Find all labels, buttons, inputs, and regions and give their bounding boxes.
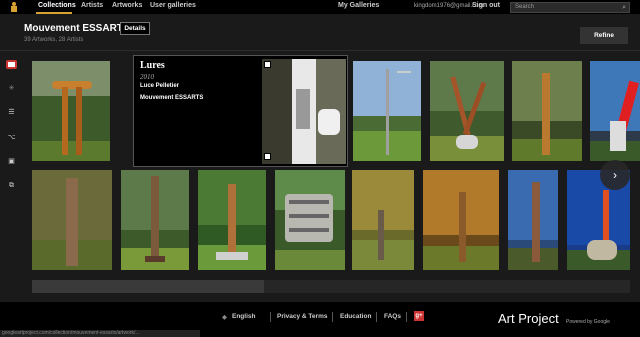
view-details-icon[interactable] — [264, 153, 271, 160]
art-project-logo-icon[interactable] — [10, 2, 18, 12]
compare-icon[interactable]: ⧉ — [6, 181, 17, 190]
artwork-thumbnail[interactable] — [121, 170, 189, 270]
artwork-thumbnail[interactable] — [353, 61, 421, 161]
active-nav-indicator — [36, 12, 72, 14]
artwork-thumbnail[interactable] — [32, 61, 110, 161]
art-project-brand: Art Project — [498, 311, 559, 326]
nav-my-galleries[interactable]: My Galleries — [338, 2, 379, 9]
top-bar: Collections Artists Artworks User galler… — [0, 0, 640, 14]
footer-separator — [270, 312, 271, 322]
info-icon[interactable]: ☰ — [6, 108, 17, 117]
footer-separator — [332, 312, 333, 322]
next-page-arrow-icon[interactable]: › — [600, 160, 630, 190]
details-button[interactable]: Details — [120, 22, 150, 35]
nav-collections[interactable]: Collections — [38, 2, 76, 9]
artwork-collection[interactable]: Mouvement ESSARTS — [140, 95, 203, 101]
faqs-link[interactable]: FAQs — [384, 313, 401, 320]
artwork-artist[interactable]: Luce Pelletier — [140, 83, 179, 89]
artwork-preview-image[interactable] — [262, 59, 346, 164]
artwork-thumbnail[interactable] — [508, 170, 558, 270]
artwork-thumbnail[interactable] — [430, 61, 504, 161]
globe-icon: ◆ — [222, 314, 227, 321]
refine-button[interactable]: Refine — [580, 27, 628, 44]
nav-artists[interactable]: Artists — [81, 2, 103, 9]
artwork-thumbnail[interactable] — [590, 61, 640, 161]
artwork-title: Lures — [140, 60, 165, 71]
footer-separator — [406, 312, 407, 322]
nav-artworks[interactable]: Artworks — [112, 2, 142, 9]
language-selector[interactable]: English — [232, 313, 255, 320]
google-plus-icon[interactable]: g+ — [414, 311, 424, 321]
artwork-info-popup[interactable]: Lures 2010 Luce Pelletier Mouvement ESSA… — [133, 55, 348, 167]
add-to-gallery-icon[interactable] — [264, 61, 271, 68]
loading-icon: ✳ — [8, 85, 15, 92]
search-placeholder: Search — [515, 4, 535, 10]
header-divider — [0, 50, 640, 51]
email-share-icon[interactable] — [6, 60, 17, 69]
share-icon[interactable]: ⌥ — [6, 133, 17, 142]
education-link[interactable]: Education — [340, 313, 371, 320]
artwork-thumbnail[interactable] — [423, 170, 499, 270]
status-bar-url: googleartproject.com/collection/mouvemen… — [0, 330, 200, 337]
scrollbar-thumb[interactable] — [32, 280, 264, 293]
search-icon[interactable]: ⌕ — [622, 4, 626, 12]
artwork-year: 2010 — [140, 73, 154, 81]
sign-out-link[interactable]: Sign out — [472, 2, 500, 9]
nav-user-galleries[interactable]: User galleries — [150, 2, 196, 9]
fullscreen-icon[interactable]: ▣ — [6, 157, 17, 166]
artwork-thumbnail[interactable] — [198, 170, 266, 270]
search-input[interactable]: Search ⌕ — [510, 2, 630, 13]
artwork-thumbnail[interactable] — [275, 170, 345, 270]
collection-subtitle: 39 Artworks, 28 Artists — [24, 37, 84, 43]
artwork-thumbnail[interactable] — [32, 170, 112, 270]
privacy-terms-link[interactable]: Privacy & Terms — [277, 313, 327, 320]
powered-by-google: Powered by Google — [566, 319, 610, 325]
artwork-thumbnail[interactable] — [352, 170, 414, 270]
collection-title: Mouvement ESSARTS — [24, 23, 130, 34]
footer-separator — [376, 312, 377, 322]
artwork-thumbnail[interactable] — [512, 61, 582, 161]
